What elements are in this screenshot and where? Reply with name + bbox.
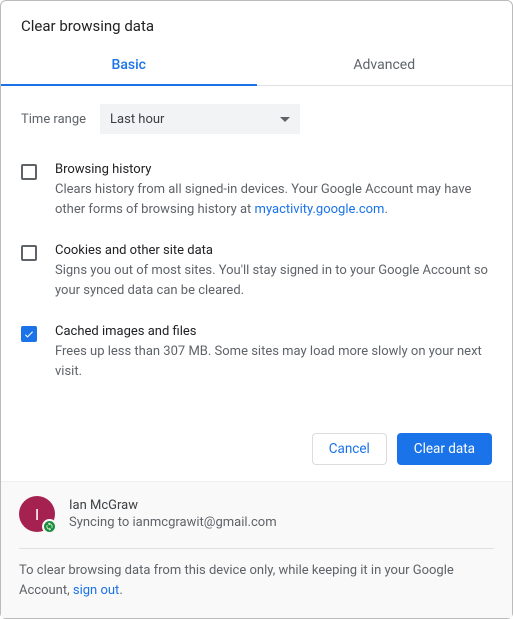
option-body: Browsing history Clears history from all… bbox=[55, 162, 492, 219]
user-name: Ian McGraw bbox=[69, 498, 277, 513]
tabs: Basic Advanced bbox=[1, 47, 512, 86]
option-body: Cached images and files Frees up less th… bbox=[55, 324, 492, 381]
user-sync-status: Syncing to ianmcgrawit@gmail.com bbox=[69, 515, 277, 530]
option-title: Cookies and other site data bbox=[55, 243, 492, 258]
option-cache: Cached images and files Frees up less th… bbox=[21, 324, 492, 381]
link-sign-out[interactable]: sign out bbox=[73, 583, 119, 598]
user-row: I Ian McGraw Syncing to ianmcgrawit@gmai… bbox=[19, 496, 494, 532]
option-body: Cookies and other site data Signs you ou… bbox=[55, 243, 492, 300]
time-range-row: Time range Last hour bbox=[21, 104, 492, 134]
chevron-down-icon bbox=[280, 117, 290, 122]
time-range-select[interactable]: Last hour bbox=[100, 104, 300, 134]
link-myactivity[interactable]: myactivity.google.com bbox=[255, 202, 385, 217]
clear-data-button[interactable]: Clear data bbox=[397, 433, 492, 465]
time-range-value: Last hour bbox=[110, 112, 164, 127]
tab-advanced[interactable]: Advanced bbox=[257, 47, 513, 85]
option-desc: Signs you out of most sites. You'll stay… bbox=[55, 261, 492, 300]
option-title: Browsing history bbox=[55, 162, 492, 177]
time-range-label: Time range bbox=[21, 112, 86, 127]
checkbox-cookies[interactable] bbox=[21, 245, 37, 261]
option-browsing-history: Browsing history Clears history from all… bbox=[21, 162, 492, 219]
sync-badge-icon bbox=[42, 519, 57, 534]
footer-text: To clear browsing data from this device … bbox=[19, 561, 494, 600]
dialog-title: Clear browsing data bbox=[1, 1, 512, 47]
tab-basic[interactable]: Basic bbox=[1, 47, 257, 85]
option-desc: Clears history from all signed-in device… bbox=[55, 180, 492, 219]
dialog-footer: I Ian McGraw Syncing to ianmcgrawit@gmai… bbox=[1, 481, 512, 618]
option-title: Cached images and files bbox=[55, 324, 492, 339]
avatar: I bbox=[19, 496, 55, 532]
divider bbox=[19, 548, 494, 549]
check-icon bbox=[23, 328, 35, 340]
option-cookies: Cookies and other site data Signs you ou… bbox=[21, 243, 492, 300]
cancel-button[interactable]: Cancel bbox=[312, 433, 387, 465]
clear-browsing-data-dialog: Clear browsing data Basic Advanced Time … bbox=[1, 1, 512, 618]
avatar-initial: I bbox=[35, 505, 39, 524]
option-desc: Frees up less than 307 MB. Some sites ma… bbox=[55, 342, 492, 381]
dialog-content: Time range Last hour Browsing history Cl… bbox=[1, 86, 512, 421]
dialog-buttons: Cancel Clear data bbox=[1, 421, 512, 481]
checkbox-cache[interactable] bbox=[21, 326, 37, 342]
checkbox-browsing-history[interactable] bbox=[21, 164, 37, 180]
user-info: Ian McGraw Syncing to ianmcgrawit@gmail.… bbox=[69, 498, 277, 530]
